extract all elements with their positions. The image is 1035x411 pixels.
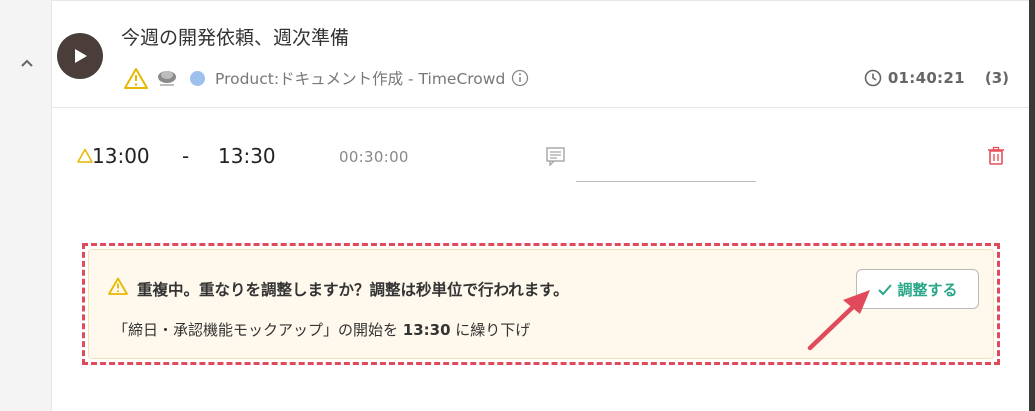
entry-start-time[interactable]: 13:00 [92,144,150,168]
adjust-button-label: 調整する [897,280,958,299]
chevron-up-icon [21,59,33,67]
trash-icon[interactable] [987,146,1005,166]
comment-icon [546,147,565,166]
alert-desc-suffix: に繰り下げ [450,321,531,339]
alert-title: 重複中。重なりを調整しますか？調整は秒単位で行われます。 [137,281,569,299]
total-duration: 01:40:21 [887,69,965,87]
check-icon [878,284,893,296]
play-icon [75,49,87,63]
timecrowd-logo-icon [158,71,176,86]
info-icon[interactable] [511,69,529,87]
play-button[interactable] [57,33,103,79]
left-rail [0,0,52,411]
entry-count: (3) [984,69,1009,87]
task-meta: Product:ドキュメント作成 - TimeCrowd [124,65,529,91]
overlap-warning-icon [77,148,93,163]
clock-icon [864,69,882,87]
overlap-alert: 重複中。重なりを調整しますか？調整は秒単位で行われます。 「締日・承認機能モック… [88,249,994,359]
alert-desc-prefix: 「締日・承認機能モックアップ」の開始を [113,321,403,339]
time-separator: - [182,144,190,168]
project-color-dot [190,70,205,86]
project-name: Product:ドキュメント作成 - TimeCrowd [215,70,506,88]
task-title: 今週の開発依頼、週次準備 [121,27,350,49]
alert-description: 「締日・承認機能モックアップ」の開始を 13:30 に繰り下げ [113,319,530,340]
alert-warning-icon [108,277,128,295]
alert-desc-time: 13:30 [402,321,451,339]
time-entry-row: 13:00 - 13:30 00:30:00 [52,108,1029,208]
warning-icon [124,68,148,89]
entry-end-time[interactable]: 13:30 [218,144,276,168]
collapse-button[interactable] [14,50,40,76]
entry-duration: 00:30:00 [339,148,409,166]
adjust-button[interactable]: 調整する [856,269,979,309]
comment-input[interactable] [576,138,756,182]
task-header: 今週の開発依頼、週次準備 Product:ドキュメント作成 - TimeCrow… [52,0,1029,108]
window-edge [1029,0,1035,411]
duration-info: 01:40:21 (3) [864,65,1009,91]
